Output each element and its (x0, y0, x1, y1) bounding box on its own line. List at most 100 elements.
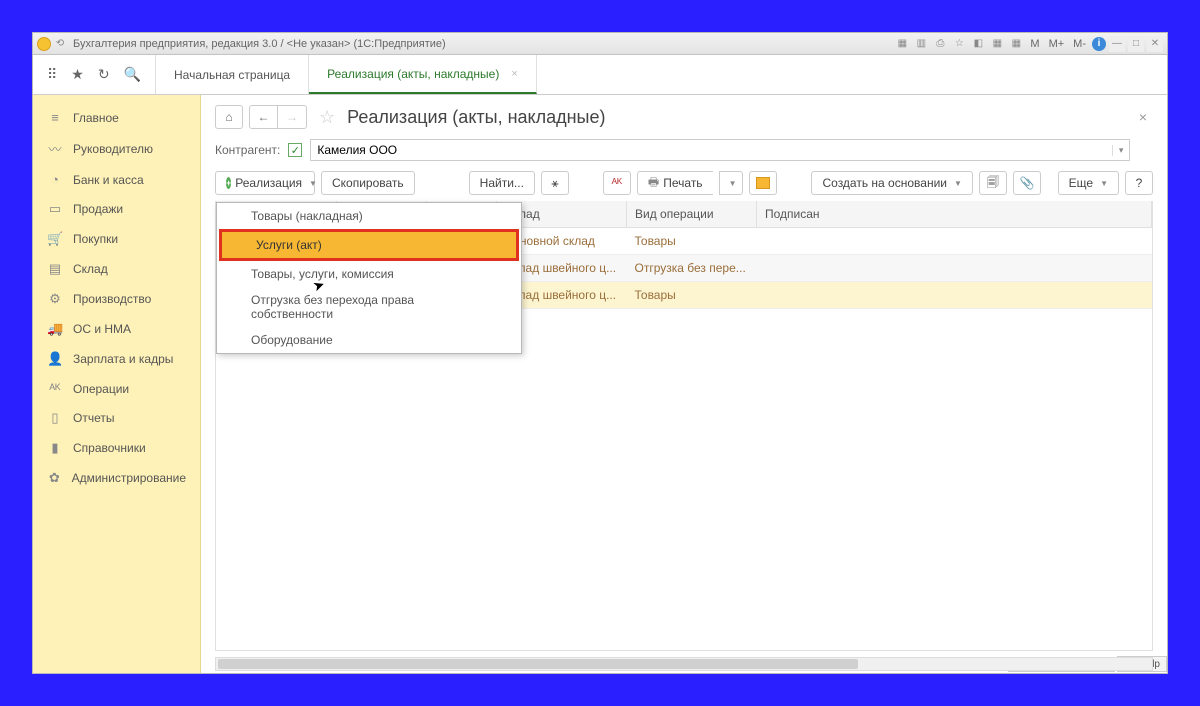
clear-filter-button[interactable]: ⚹ (541, 171, 569, 195)
sidebar-item-sales[interactable]: ▭ Продажи (33, 194, 200, 224)
sidebar-item-main[interactable]: ≡Главное (33, 103, 200, 132)
minimize-button[interactable]: — (1109, 36, 1125, 52)
window-title: Бухгалтерия предприятия, редакция 3.0 / … (73, 38, 894, 50)
scrollbar-thumb[interactable] (218, 659, 858, 669)
bank-icon: ◔ (47, 172, 63, 187)
horizontal-scrollbar[interactable] (215, 657, 1153, 671)
dd-item-goods-services-commission[interactable]: Товары, услуги, комиссия (217, 261, 521, 287)
filter-checkbox[interactable]: ✓ (288, 143, 302, 157)
help-button[interactable]: ? (1125, 171, 1153, 195)
dd-item-shipment-no-transfer[interactable]: Отгрузка без перехода права собственност… (217, 287, 521, 327)
calculator-icon[interactable]: ▦ (989, 36, 1005, 52)
nav-back-forward: ← → (249, 105, 307, 129)
tab-close-icon[interactable]: × (511, 68, 517, 80)
dd-item-goods-invoice[interactable]: Товары (накладная) (217, 203, 521, 229)
sidebar-item-label: ОС и НМА (73, 322, 131, 336)
calendar-icon[interactable]: ▦ (1008, 36, 1024, 52)
info-icon[interactable]: i (1092, 37, 1106, 51)
sidebar-item-operations[interactable]: ᴬᴷ Операции (33, 374, 200, 403)
person-icon: 👤 (47, 351, 63, 367)
favorite-icon[interactable]: ☆ (951, 36, 967, 52)
topbar: ⠿ ★ ↻ 🔍 Начальная страница Реализация (а… (33, 55, 1167, 95)
history-icon[interactable]: ↻ (98, 66, 110, 83)
tab-label: Начальная страница (174, 68, 290, 82)
sidebar-item-assets[interactable]: 🚚 ОС и НМА (33, 314, 200, 344)
window-close-button[interactable]: ✕ (1147, 36, 1163, 52)
page-close-icon[interactable]: × (1133, 109, 1153, 125)
tab-label: Реализация (акты, накладные) (327, 67, 499, 81)
sidebar-item-label: Зарплата и кадры (73, 352, 173, 366)
envelope-icon (756, 177, 770, 189)
printer-icon: 🖶 (648, 173, 659, 194)
sidebar-item-bank[interactable]: ◔ Банк и касса (33, 165, 200, 194)
attachment-button[interactable]: 📎 (1013, 171, 1041, 195)
debit-credit-button[interactable]: ᴬᴷ (603, 171, 631, 195)
tb-icon-3[interactable]: ⎙ (932, 36, 948, 52)
apps-grid-icon[interactable]: ⠿ (47, 66, 57, 83)
document-icon-button[interactable]: 🗐 (979, 171, 1007, 195)
create-based-on-button[interactable]: Создать на основании▼ (811, 171, 972, 195)
realize-button[interactable]: + Реализация ▼ Товары (накладная) Услуги… (215, 171, 315, 195)
sidebar-item-label: Администрирование (72, 471, 186, 485)
back-button[interactable]: ← (250, 106, 278, 128)
filter-value: Камелия ООО (317, 143, 397, 157)
settings-icon: ✿ (47, 470, 62, 486)
sidebar-item-label: Производство (73, 292, 151, 306)
forward-button[interactable]: → (278, 106, 306, 128)
sales-icon: ▭ (47, 201, 63, 217)
sidebar-item-manager[interactable]: 〰Руководителю (33, 132, 200, 165)
topbar-icon-group: ⠿ ★ ↻ 🔍 (33, 55, 156, 94)
star-icon[interactable]: ★ (71, 66, 84, 83)
cart-icon: 🛒 (47, 231, 63, 247)
page-title: Реализация (акты, накладные) (347, 107, 605, 128)
tab-start-page[interactable]: Начальная страница (156, 55, 309, 94)
more-button[interactable]: Еще▼ (1058, 171, 1119, 195)
tb-icon-2[interactable]: ▥ (913, 36, 929, 52)
sidebar-item-label: Банк и касса (73, 173, 144, 187)
sidebar-item-production[interactable]: ⚙Производство (33, 284, 200, 314)
sidebar-item-label: Продажи (73, 202, 123, 216)
dd-item-services-act[interactable]: Услуги (акт) (219, 229, 519, 261)
m-button[interactable]: M (1027, 36, 1042, 52)
truck-icon: 🚚 (47, 321, 63, 337)
sidebar-item-hr[interactable]: 👤 Зарплата и кадры (33, 344, 200, 374)
main-header: ⌂ ← → ☆ Реализация (акты, накладные) × (201, 95, 1167, 135)
counterparty-input[interactable]: Камелия ООО ▾ (310, 139, 1130, 161)
email-button[interactable] (749, 171, 777, 195)
plus-icon: + (226, 177, 231, 189)
copy-button[interactable]: Скопировать (321, 171, 415, 195)
reports-icon: ▯ (47, 410, 63, 426)
th-signed[interactable]: Подписан (757, 201, 1152, 228)
sidebar-item-reports[interactable]: ▯ Отчеты (33, 403, 200, 433)
sidebar-item-label: Отчеты (73, 411, 114, 425)
find-button[interactable]: Найти... (469, 171, 535, 195)
sidebar-item-label: Операции (73, 382, 129, 396)
search-icon[interactable]: 🔍 (124, 66, 141, 83)
chart-icon: 〰 (47, 139, 63, 158)
maximize-button[interactable]: □ (1128, 36, 1144, 52)
button-label: Реализация (235, 176, 302, 190)
tb-icon-5[interactable]: ◧ (970, 36, 986, 52)
home-button[interactable]: ⌂ (215, 105, 243, 129)
favorite-star-icon[interactable]: ☆ (319, 107, 335, 128)
print-dropdown-button[interactable]: ▼ (719, 171, 744, 195)
operations-icon: ᴬᴷ (47, 381, 63, 396)
tab-realization[interactable]: Реализация (акты, накладные) × (309, 55, 537, 94)
sidebar-item-warehouse[interactable]: ▤Склад (33, 254, 200, 284)
warehouse-icon: ▤ (47, 261, 63, 277)
tb-icon-1[interactable]: ▦ (894, 36, 910, 52)
filter-label: Контрагент: (215, 143, 280, 157)
dd-item-equipment[interactable]: Оборудование (217, 327, 521, 353)
m-minus-button[interactable]: M- (1070, 36, 1089, 52)
sidebar-item-label: Покупки (73, 232, 118, 246)
refresh-icon[interactable]: ⟲ (53, 37, 67, 51)
sidebar-item-purchases[interactable]: 🛒 Покупки (33, 224, 200, 254)
print-button[interactable]: 🖶Печать (637, 171, 713, 195)
main-content: ⌂ ← → ☆ Реализация (акты, накладные) × К… (201, 95, 1167, 673)
m-plus-button[interactable]: M+ (1046, 36, 1068, 52)
th-operation[interactable]: Вид операции (627, 201, 757, 228)
sidebar-item-catalogs[interactable]: ▮Справочники (33, 433, 200, 463)
titlebar: ⟲ Бухгалтерия предприятия, редакция 3.0 … (33, 33, 1167, 55)
dropdown-caret-icon[interactable]: ▾ (1112, 145, 1124, 156)
sidebar-item-admin[interactable]: ✿ Администрирование (33, 463, 200, 493)
